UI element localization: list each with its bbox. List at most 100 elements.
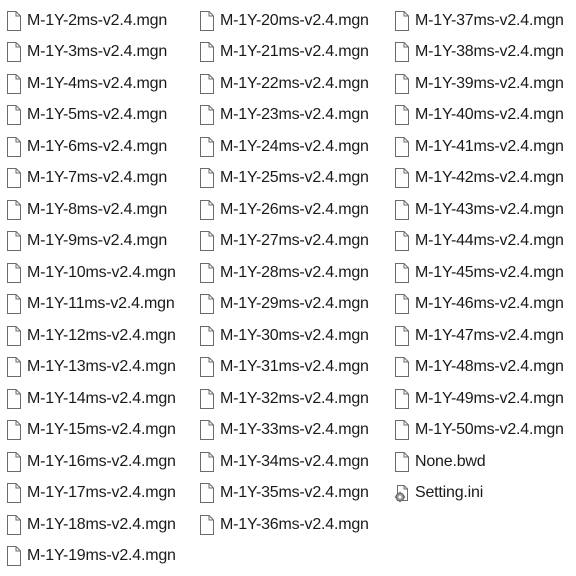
file-name: M-1Y-3ms-v2.4.mgn [27,43,168,61]
file-item[interactable]: M-1Y-41ms-v2.4.mgn [394,131,576,163]
file-item[interactable]: M-1Y-16ms-v2.4.mgn [6,446,206,478]
file-item[interactable]: M-1Y-46ms-v2.4.mgn [394,289,576,321]
file-name: M-1Y-12ms-v2.4.mgn [27,326,176,344]
file-item[interactable]: M-1Y-42ms-v2.4.mgn [394,163,576,195]
document-icon [394,10,410,32]
file-item[interactable]: M-1Y-35ms-v2.4.mgn [199,478,399,510]
file-item[interactable]: M-1Y-8ms-v2.4.mgn [6,194,206,226]
file-item[interactable]: M-1Y-38ms-v2.4.mgn [394,37,576,69]
file-name: M-1Y-16ms-v2.4.mgn [27,452,176,470]
file-item[interactable]: M-1Y-14ms-v2.4.mgn [6,383,206,415]
document-icon [199,514,215,536]
file-item[interactable]: M-1Y-4ms-v2.4.mgn [6,68,206,100]
file-item[interactable]: M-1Y-25ms-v2.4.mgn [199,163,399,195]
file-item[interactable]: M-1Y-29ms-v2.4.mgn [199,289,399,321]
document-icon [199,325,215,347]
file-item[interactable]: M-1Y-47ms-v2.4.mgn [394,320,576,352]
file-item[interactable]: M-1Y-3ms-v2.4.mgn [6,37,206,69]
file-name: M-1Y-7ms-v2.4.mgn [27,169,168,187]
file-name: M-1Y-24ms-v2.4.mgn [220,137,369,155]
document-icon [6,325,22,347]
file-item[interactable]: M-1Y-7ms-v2.4.mgn [6,163,206,195]
file-item[interactable]: M-1Y-21ms-v2.4.mgn [199,37,399,69]
file-item[interactable]: M-1Y-45ms-v2.4.mgn [394,257,576,289]
file-item[interactable]: M-1Y-17ms-v2.4.mgn [6,478,206,510]
file-item[interactable]: M-1Y-44ms-v2.4.mgn [394,226,576,258]
file-name: M-1Y-28ms-v2.4.mgn [220,263,369,281]
document-icon [6,199,22,221]
document-icon [6,514,22,536]
file-item[interactable]: M-1Y-6ms-v2.4.mgn [6,131,206,163]
file-name: M-1Y-45ms-v2.4.mgn [415,263,564,281]
file-item[interactable]: M-1Y-48ms-v2.4.mgn [394,352,576,384]
file-item[interactable]: M-1Y-26ms-v2.4.mgn [199,194,399,226]
file-item[interactable]: M-1Y-11ms-v2.4.mgn [6,289,206,321]
file-name: M-1Y-47ms-v2.4.mgn [415,326,564,344]
file-item[interactable]: M-1Y-2ms-v2.4.mgn [6,5,206,37]
document-icon [6,167,22,189]
file-item[interactable]: M-1Y-31ms-v2.4.mgn [199,352,399,384]
document-icon [199,419,215,441]
document-icon [394,199,410,221]
document-icon [394,356,410,378]
file-name: M-1Y-31ms-v2.4.mgn [220,358,369,376]
file-name: M-1Y-50ms-v2.4.mgn [415,421,564,439]
file-name: M-1Y-18ms-v2.4.mgn [27,515,176,533]
document-icon [199,167,215,189]
file-item[interactable]: Setting.ini [394,478,576,510]
file-name: M-1Y-19ms-v2.4.mgn [27,547,176,565]
file-name: M-1Y-25ms-v2.4.mgn [220,169,369,187]
file-name: M-1Y-41ms-v2.4.mgn [415,137,564,155]
file-item[interactable]: M-1Y-34ms-v2.4.mgn [199,446,399,478]
file-item[interactable]: M-1Y-24ms-v2.4.mgn [199,131,399,163]
file-item[interactable]: M-1Y-18ms-v2.4.mgn [6,509,206,541]
document-icon [394,451,410,473]
file-item[interactable]: M-1Y-15ms-v2.4.mgn [6,415,206,447]
file-item[interactable]: M-1Y-19ms-v2.4.mgn [6,541,206,573]
file-name: M-1Y-29ms-v2.4.mgn [220,295,369,313]
file-item[interactable]: M-1Y-28ms-v2.4.mgn [199,257,399,289]
file-item[interactable]: M-1Y-20ms-v2.4.mgn [199,5,399,37]
document-icon [6,136,22,158]
file-item[interactable]: M-1Y-43ms-v2.4.mgn [394,194,576,226]
file-name: M-1Y-27ms-v2.4.mgn [220,232,369,250]
file-name: M-1Y-35ms-v2.4.mgn [220,484,369,502]
file-list: M-1Y-2ms-v2.4.mgn M-1Y-3ms-v2.4.mgn M-1Y-4… [0,0,576,576]
file-item[interactable]: M-1Y-39ms-v2.4.mgn [394,68,576,100]
document-icon [394,419,410,441]
file-name: Setting.ini [415,484,484,502]
document-icon [199,104,215,126]
file-name: None.bwd [415,452,486,470]
file-item[interactable]: M-1Y-49ms-v2.4.mgn [394,383,576,415]
file-item[interactable]: M-1Y-40ms-v2.4.mgn [394,100,576,132]
file-item[interactable]: M-1Y-36ms-v2.4.mgn [199,509,399,541]
document-icon [394,73,410,95]
document-icon [199,73,215,95]
file-item[interactable]: M-1Y-50ms-v2.4.mgn [394,415,576,447]
file-item[interactable]: M-1Y-13ms-v2.4.mgn [6,352,206,384]
file-item[interactable]: M-1Y-30ms-v2.4.mgn [199,320,399,352]
document-icon [6,451,22,473]
file-item[interactable]: M-1Y-9ms-v2.4.mgn [6,226,206,258]
file-item[interactable]: M-1Y-37ms-v2.4.mgn [394,5,576,37]
file-item[interactable]: M-1Y-12ms-v2.4.mgn [6,320,206,352]
file-item[interactable]: M-1Y-22ms-v2.4.mgn [199,68,399,100]
file-item[interactable]: None.bwd [394,446,576,478]
file-item[interactable]: M-1Y-33ms-v2.4.mgn [199,415,399,447]
file-item[interactable]: M-1Y-10ms-v2.4.mgn [6,257,206,289]
file-name: M-1Y-8ms-v2.4.mgn [27,200,168,218]
document-icon [6,356,22,378]
document-icon [199,293,215,315]
file-name: M-1Y-39ms-v2.4.mgn [415,74,564,92]
file-item[interactable]: M-1Y-23ms-v2.4.mgn [199,100,399,132]
file-item[interactable]: M-1Y-5ms-v2.4.mgn [6,100,206,132]
file-name: M-1Y-26ms-v2.4.mgn [220,200,369,218]
file-name: M-1Y-46ms-v2.4.mgn [415,295,564,313]
file-item[interactable]: M-1Y-27ms-v2.4.mgn [199,226,399,258]
document-icon [394,104,410,126]
file-item[interactable]: M-1Y-32ms-v2.4.mgn [199,383,399,415]
file-name: M-1Y-33ms-v2.4.mgn [220,421,369,439]
file-name: M-1Y-32ms-v2.4.mgn [220,389,369,407]
document-icon [199,199,215,221]
file-name: M-1Y-10ms-v2.4.mgn [27,263,176,281]
